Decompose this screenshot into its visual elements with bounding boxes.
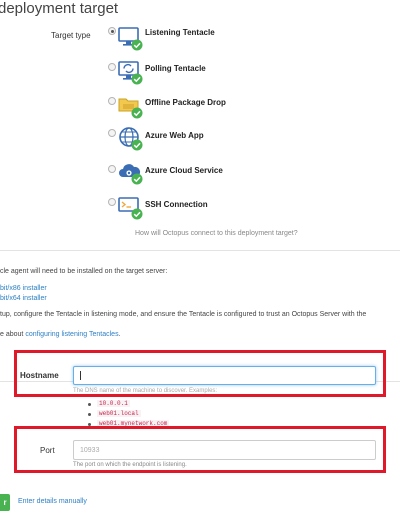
enter-details-manually-link[interactable]: Enter details manually — [18, 498, 87, 505]
learn-more-text: e about configuring listening Tentacles. — [0, 331, 121, 338]
text-cursor — [80, 371, 81, 380]
port-input[interactable]: 10933 — [73, 440, 376, 460]
port-help-text: The port on which the endpoint is listen… — [73, 462, 187, 468]
polling-tentacle-icon — [118, 60, 144, 86]
target-type-label: Target type — [51, 31, 91, 40]
azure-cloud-service-icon — [118, 160, 144, 186]
option-label-ssh-connection[interactable]: SSH Connection — [145, 200, 208, 209]
hostname-input[interactable] — [73, 366, 376, 385]
option-label-offline-package-drop[interactable]: Offline Package Drop — [145, 98, 226, 107]
radio-azure-cloud-service[interactable] — [108, 165, 116, 173]
target-type-hint: How will Octopus connect to this deploym… — [135, 230, 298, 237]
ssh-connection-icon — [118, 195, 144, 221]
radio-azure-web-app[interactable] — [108, 129, 116, 137]
hostname-example: web01.local — [97, 410, 141, 417]
hostname-help-text: The DNS name of the machine to discover.… — [73, 388, 218, 394]
section-divider — [0, 250, 400, 251]
bullet — [88, 403, 91, 406]
option-label-azure-cloud-service[interactable]: Azure Cloud Service — [145, 166, 223, 175]
radio-ssh-connection[interactable] — [108, 198, 116, 206]
radio-polling-tentacle[interactable] — [108, 63, 116, 71]
agent-install-text: cle agent will need to be installed on t… — [0, 268, 168, 275]
radio-listening-tentacle[interactable] — [108, 27, 116, 35]
option-label-listening-tentacle[interactable]: Listening Tentacle — [145, 28, 215, 37]
port-label: Port — [40, 446, 55, 455]
hostname-label: Hostname — [20, 371, 59, 380]
option-label-polling-tentacle[interactable]: Polling Tentacle — [145, 64, 206, 73]
option-label-azure-web-app[interactable]: Azure Web App — [145, 131, 204, 140]
x86-installer-link[interactable]: bit/x86 installer — [0, 285, 47, 292]
listening-tentacle-icon — [118, 26, 144, 52]
bullet — [88, 413, 91, 416]
next-button[interactable]: r — [0, 494, 10, 511]
radio-offline-package-drop[interactable] — [108, 97, 116, 105]
port-placeholder: 10933 — [80, 446, 100, 454]
azure-web-app-icon — [118, 126, 144, 152]
offline-package-drop-icon — [118, 94, 144, 120]
hostname-example: 10.0.0.1 — [97, 400, 130, 407]
x64-installer-link[interactable]: bit/x64 installer — [0, 295, 47, 302]
page-title: deployment target — [0, 0, 119, 17]
configuring-listening-tentacles-link[interactable]: configuring listening Tentacles — [25, 331, 118, 338]
setup-instructions-text: tup, configure the Tentacle in listening… — [0, 311, 367, 318]
